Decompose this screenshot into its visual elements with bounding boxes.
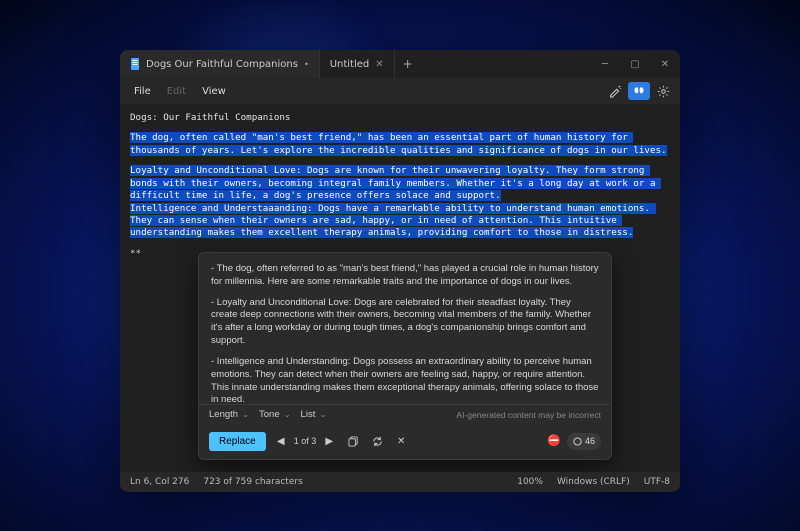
- rewrite-s2: - Loyalty and Unconditional Love: Dogs a…: [211, 297, 599, 348]
- pager-next-button[interactable]: ▶: [320, 433, 338, 451]
- chevron-down-icon: ⌄: [240, 410, 249, 419]
- status-cursor-position[interactable]: Ln 6, Col 276: [130, 477, 189, 487]
- rewrite-actions-row: Replace ◀ 1 of 3 ▶ ✕ ⛔ 46: [199, 426, 611, 459]
- close-icon[interactable]: ✕: [375, 59, 383, 70]
- token-coin-icon: [573, 437, 582, 446]
- notepad-window: Dogs Our Faithful Companions • Untitled …: [120, 50, 680, 492]
- rewrite-popup: - The dog, often referred to as "man's b…: [198, 252, 612, 460]
- do-not-enter-icon[interactable]: ⛔: [547, 436, 561, 447]
- token-count-badge: 46: [567, 433, 601, 449]
- tab-untitled[interactable]: Untitled ✕: [320, 50, 395, 78]
- tab-label: Untitled: [330, 59, 370, 70]
- menu-edit[interactable]: Edit: [159, 82, 194, 101]
- pager-status: 1 of 3: [294, 435, 317, 447]
- rewrite-pager: ◀ 1 of 3 ▶: [272, 433, 339, 451]
- ai-disclaimer: AI-generated content may be incorrect: [456, 410, 601, 421]
- close-popup-button[interactable]: ✕: [392, 433, 410, 451]
- menu-file[interactable]: File: [126, 82, 159, 101]
- status-char-count[interactable]: 723 of 759 characters: [203, 477, 302, 487]
- selected-text-p3: Intelligence and Understaaanding: Dogs h…: [130, 203, 656, 239]
- title-bar[interactable]: Dogs Our Faithful Companions • Untitled …: [120, 50, 680, 78]
- rewrite-s1: - The dog, often referred to as "man's b…: [211, 263, 599, 289]
- settings-gear-icon[interactable]: [652, 82, 674, 100]
- option-length[interactable]: Length ⌄: [209, 409, 249, 422]
- document-title: Dogs: Our Faithful Companions: [130, 112, 670, 124]
- option-tone[interactable]: Tone ⌄: [259, 409, 291, 422]
- tab-dogs[interactable]: Dogs Our Faithful Companions •: [120, 50, 320, 78]
- minimize-button[interactable]: ─: [590, 50, 620, 78]
- status-bar: Ln 6, Col 276 723 of 759 characters 100%…: [120, 472, 680, 492]
- status-encoding[interactable]: UTF-8: [644, 477, 670, 487]
- replace-button[interactable]: Replace: [209, 432, 266, 451]
- tab-dirty-indicator: •: [304, 60, 309, 69]
- status-zoom[interactable]: 100%: [517, 477, 543, 487]
- maximize-button[interactable]: ▢: [620, 50, 650, 78]
- rewrite-suggestion-body[interactable]: - The dog, often referred to as "man's b…: [199, 253, 611, 404]
- selected-text-p2: Loyalty and Unconditional Love: Dogs are…: [130, 165, 661, 201]
- copilot-icon[interactable]: [628, 82, 650, 100]
- pen-sparkle-icon[interactable]: [604, 82, 626, 100]
- status-line-endings[interactable]: Windows (CRLF): [557, 477, 630, 487]
- document-icon: [130, 58, 140, 70]
- chevron-down-icon: ⌄: [317, 410, 326, 419]
- menu-bar: File Edit View: [120, 78, 680, 104]
- rewrite-s3: - Intelligence and Understanding: Dogs p…: [211, 356, 599, 404]
- copy-icon[interactable]: [344, 433, 362, 451]
- refresh-icon[interactable]: [368, 433, 386, 451]
- new-tab-button[interactable]: +: [395, 50, 421, 78]
- rewrite-options-row: Length ⌄ Tone ⌄ List ⌄ AI-generated cont…: [199, 404, 611, 426]
- close-button[interactable]: ✕: [650, 50, 680, 78]
- menu-view[interactable]: View: [194, 82, 234, 101]
- pager-prev-button[interactable]: ◀: [272, 433, 290, 451]
- text-editor[interactable]: Dogs: Our Faithful Companions The dog, o…: [120, 104, 680, 472]
- chevron-down-icon: ⌄: [282, 410, 291, 419]
- option-list[interactable]: List ⌄: [301, 409, 327, 422]
- selected-text-p1: The dog, often called "man's best friend…: [130, 132, 667, 155]
- tab-label: Dogs Our Faithful Companions: [146, 59, 298, 70]
